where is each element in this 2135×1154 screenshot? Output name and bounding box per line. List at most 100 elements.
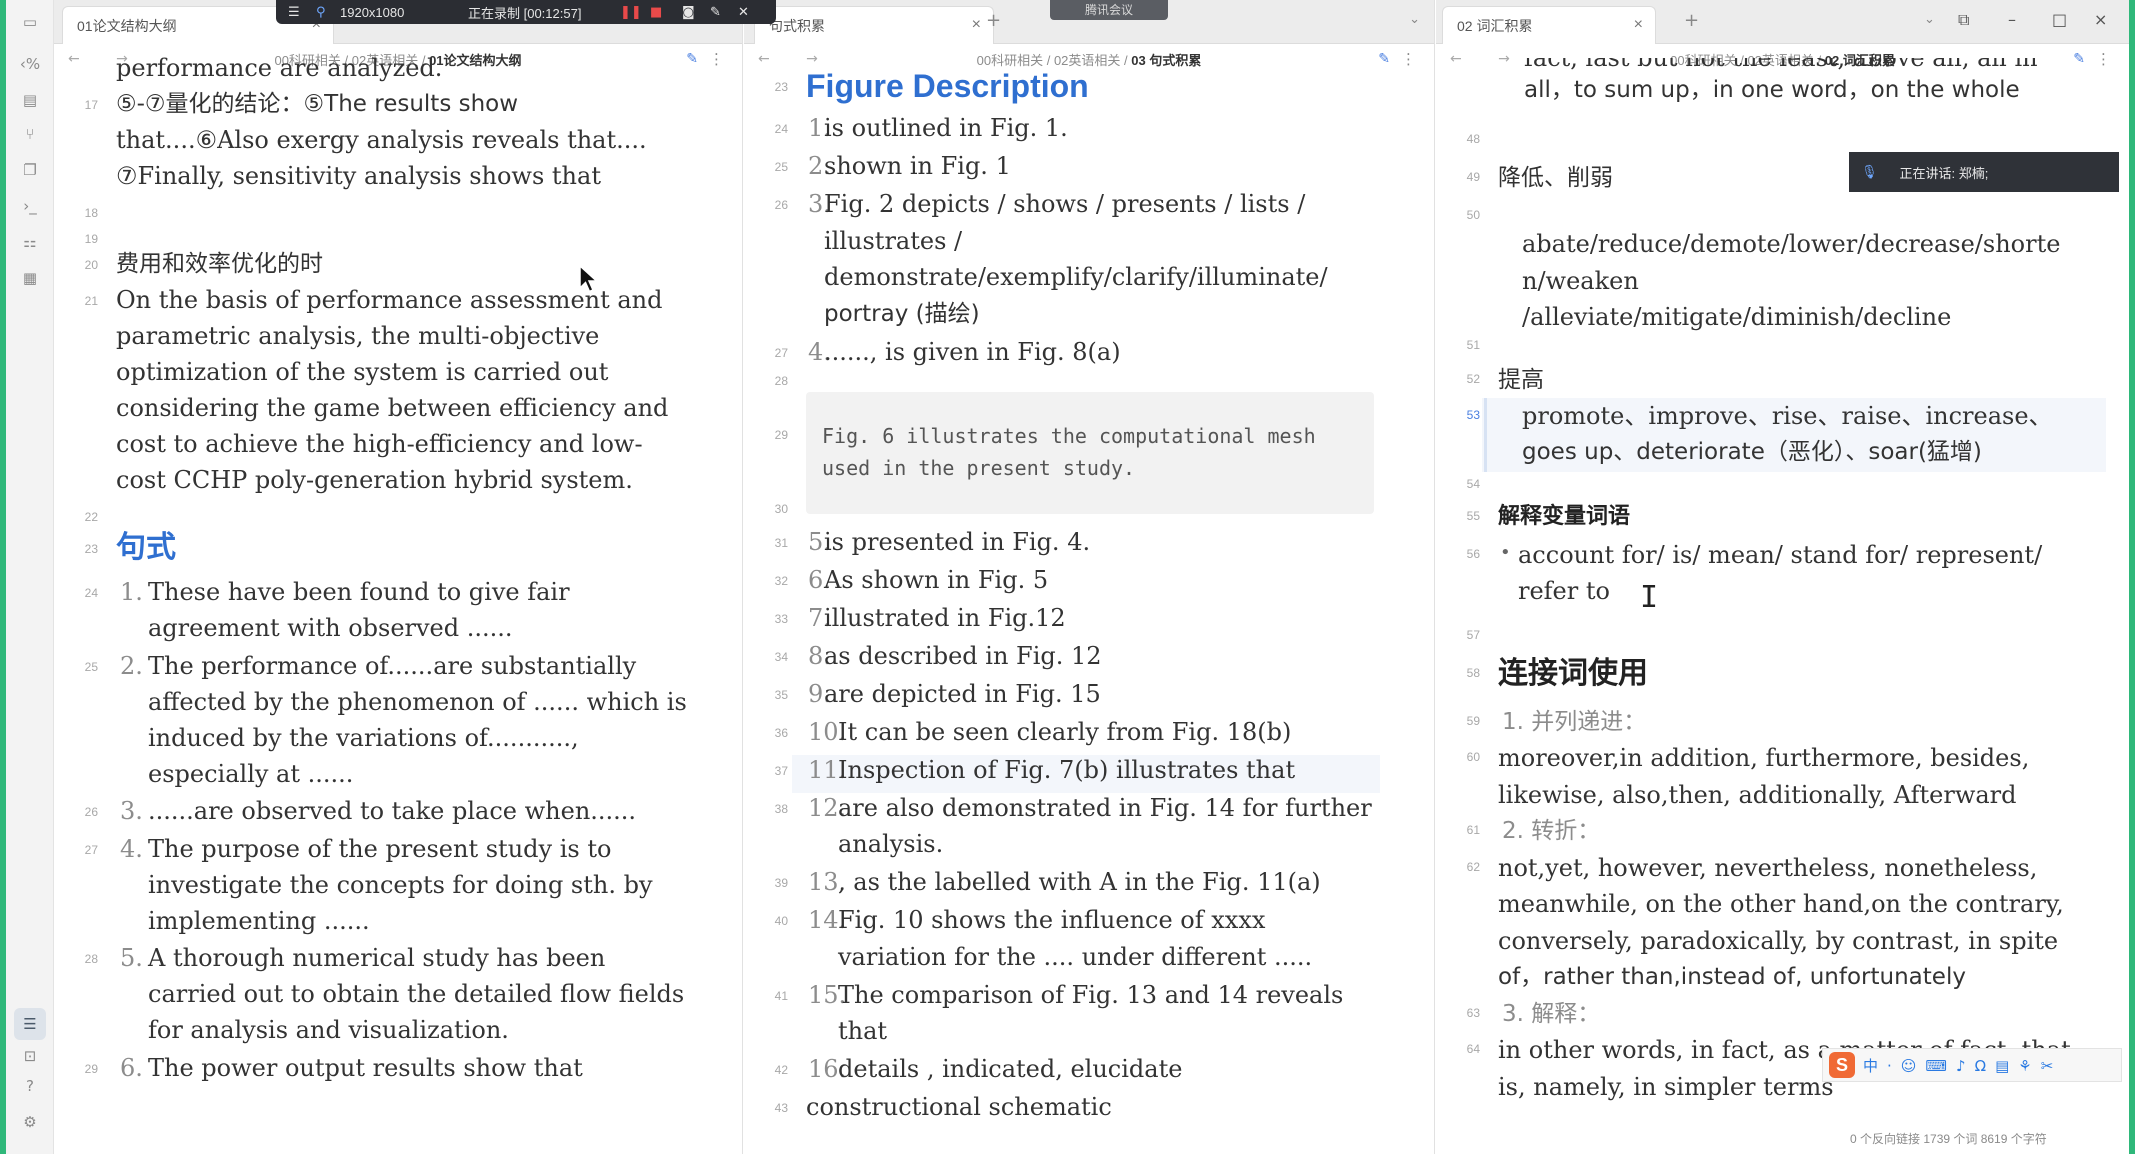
mouse-cursor-icon <box>579 264 599 293</box>
new-tab-plus-icon[interactable]: + <box>1684 10 1699 31</box>
pin-icon[interactable]: ⚲ <box>316 5 326 20</box>
template-icon[interactable]: ▦ <box>6 262 54 294</box>
text-line: parametric analysis, the multi-objective <box>116 322 600 350</box>
text-line: not,yet, however, nevertheless, nonethel… <box>1498 853 2038 882</box>
list-number: 5. <box>120 944 143 972</box>
file-icon[interactable]: ▤ <box>6 84 54 116</box>
speaking-label: 正在讲话: 郑楠; <box>1899 165 1989 181</box>
pause-icon[interactable]: ❚❚ <box>620 5 642 20</box>
more-options-icon[interactable]: ⋮ <box>709 50 724 68</box>
chevron-down-icon[interactable]: ⌄ <box>1924 12 1935 27</box>
microphone-icon: 🎙 <box>1861 164 1878 180</box>
text-line: that....⑥Also exergy analysis reveals th… <box>116 126 647 154</box>
ime-logo-icon[interactable]: S <box>1829 1052 1855 1078</box>
text-line: abate/reduce/demote/lower/decrease/short… <box>1522 230 2061 258</box>
text-line: goes up、deteriorate（恶化）、soar(猛增) <box>1522 439 1982 465</box>
text-line: cost to achieve the high-efficiency and … <box>116 430 643 458</box>
stop-icon[interactable]: ■ <box>650 5 662 20</box>
settings-gear-icon[interactable]: ⚙ <box>6 1106 54 1138</box>
line-number: 25 <box>774 160 788 174</box>
line-number: 24 <box>84 586 98 600</box>
text-line: ⑦Finally, sensitivity analysis shows tha… <box>116 162 601 190</box>
graph-icon[interactable]: ⑂ <box>6 118 54 150</box>
edit-mode-icon[interactable]: ✎ <box>1378 51 1390 67</box>
more-options-icon[interactable]: ⋮ <box>1401 50 1416 68</box>
text-line: moreover,in addition, furthermore, besid… <box>1498 744 2030 772</box>
text-line: optimization of the system is carried ou… <box>116 358 609 386</box>
editor-content[interactable]: performance are analyzed. 17 ⑤-⑦量化的结论：⑤The… <box>54 54 742 1154</box>
line-number: 42 <box>774 1063 788 1077</box>
close-icon[interactable]: ✕ <box>738 5 749 20</box>
text-line: meanwhile, on the other hand,on the cont… <box>1498 890 2064 918</box>
close-window-icon[interactable]: × <box>2094 10 2107 29</box>
text-line: investigate the concepts for doing sth. … <box>148 870 653 899</box>
ime-tools-icon[interactable]: 中·☺⌨♪Ω▤⚘✂ <box>1863 1055 2062 1076</box>
line-number: 28 <box>774 373 788 388</box>
list-number: 3. <box>120 797 143 825</box>
text-line: are depicted in Fig. 15 <box>824 679 1101 708</box>
menu-icon[interactable]: ☰ <box>288 5 300 20</box>
chevron-down-icon[interactable]: ⌄ <box>1409 12 1420 27</box>
text-line: variation for the .... under different .… <box>838 942 1313 971</box>
minimize-icon[interactable]: – <box>2008 10 2016 29</box>
terminal-icon[interactable]: ›_ <box>6 190 54 222</box>
meeting-app-badge[interactable]: 腾讯会议 <box>1050 0 1168 20</box>
line-number: 20 <box>84 258 98 272</box>
text-line: that <box>838 1017 888 1045</box>
line-number: 61 <box>1466 823 1480 837</box>
text-line: especially at ...... <box>148 759 354 788</box>
layout-icon[interactable]: ⧉ <box>1958 10 1969 30</box>
text-line: performance are analyzed. <box>116 54 443 82</box>
text-line: is, namely, in simpler terms <box>1498 1072 1834 1101</box>
edit-mode-icon[interactable]: ✎ <box>686 51 698 67</box>
line-number: 30 <box>774 501 788 516</box>
edit-mode-icon[interactable]: ✎ <box>2073 51 2085 67</box>
tab-sentences[interactable]: 句式积累 × <box>754 6 994 44</box>
text-line: refer to <box>1518 577 1610 605</box>
editor-content[interactable]: 23 Figure Description 24 1. is outlined in F… <box>744 68 1434 1154</box>
text-line: ......, is given in Fig. 8(a) <box>824 337 1121 366</box>
tab-vocabulary[interactable]: 02 词汇积累 × <box>1442 6 1656 44</box>
maximize-icon[interactable]: □ <box>2052 10 2067 29</box>
line-number: 51 <box>1466 337 1480 352</box>
text-line: constructional schematic <box>806 1093 1112 1121</box>
text-line: 1. 并列递进： <box>1502 708 1647 735</box>
vault-icon[interactable]: ⊡ <box>6 1040 54 1072</box>
close-icon[interactable]: × <box>1634 16 1643 34</box>
tags-icon[interactable]: ⚏ <box>6 226 54 258</box>
close-icon[interactable]: × <box>972 16 981 34</box>
copy-icon[interactable]: ❐ <box>6 154 54 186</box>
more-options-icon[interactable]: ⋮ <box>2096 50 2111 68</box>
window-border-right <box>2129 0 2135 1154</box>
text-line: all，to sum up，in one word，on the whole <box>1524 77 2020 103</box>
text-line: illustrates / <box>824 226 963 255</box>
sidebar-toggle-icon[interactable]: ▭ <box>6 6 54 38</box>
line-number: 24 <box>774 122 788 136</box>
recording-status: 正在录制 [00:12:57] <box>468 5 582 21</box>
outline-icon[interactable]: ☰ <box>14 1008 46 1040</box>
line-number: 43 <box>774 1101 788 1115</box>
subsection-heading: 解释变量词语 <box>1498 503 1631 529</box>
editor-content[interactable]: fact, last but not the least, above all,… <box>1436 58 2129 1154</box>
code-line: Fig. 6 illustrates the computational mes… <box>822 423 1316 448</box>
list-number: 6. <box>120 1053 143 1082</box>
text-line: implementing ...... <box>148 906 370 935</box>
code-icon[interactable]: ‹% <box>6 48 54 80</box>
section-heading: Figure Description <box>806 68 1089 104</box>
line-number: 32 <box>774 573 788 588</box>
line-number: 55 <box>1466 508 1480 523</box>
bullet-icon: • <box>1500 541 1511 563</box>
line-number: 63 <box>1466 1005 1480 1020</box>
text-line: agreement with observed ...... <box>148 614 513 642</box>
text-line: demonstrate/exemplify/clarify/illuminate… <box>824 263 1328 291</box>
line-number: 22 <box>84 510 98 524</box>
pen-icon[interactable]: ✎ <box>710 5 721 20</box>
camera-icon[interactable]: ◙ <box>682 5 695 20</box>
new-tab-plus-icon[interactable]: + <box>986 10 1001 31</box>
text-line: promote、improve、rise、raise、increase、 <box>1522 401 2053 430</box>
help-icon[interactable]: ? <box>6 1070 54 1102</box>
text-line: as described in Fig. 12 <box>824 641 1102 670</box>
tab-label: 句式积累 <box>769 17 825 34</box>
text-line: carried out to obtain the detailed flow … <box>148 980 685 1008</box>
speaking-indicator: 🎙 正在讲话: 郑楠; <box>1849 152 2119 192</box>
